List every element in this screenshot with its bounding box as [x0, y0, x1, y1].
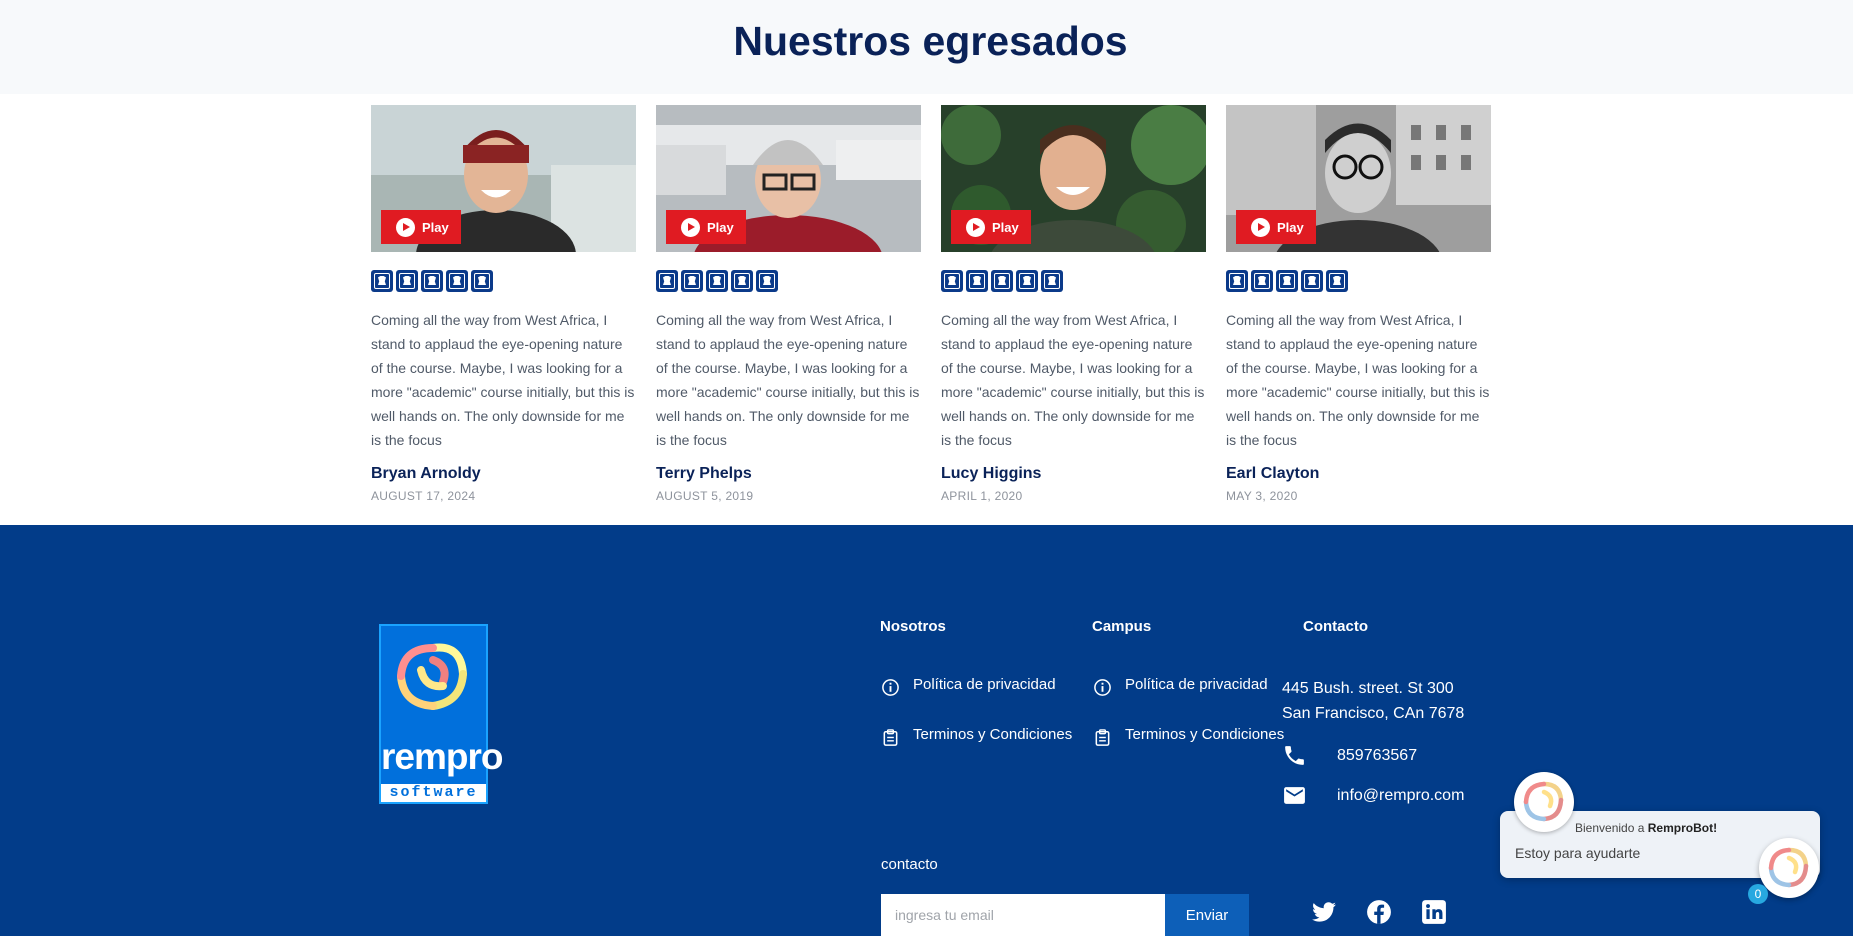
logo-swirl-icon [1523, 781, 1564, 822]
testimonial-date: AUGUST 17, 2024 [371, 489, 476, 503]
linkedin-icon[interactable] [1421, 899, 1447, 925]
star-icon [1016, 270, 1038, 292]
testimonial-author: Earl Clayton [1226, 465, 1320, 482]
page-title: Nuestros egresados [733, 18, 1128, 64]
mail-icon [1284, 787, 1305, 804]
footer-heading-campus: Campus [1092, 618, 1152, 635]
testimonial-author: Lucy Higgins [941, 465, 1042, 482]
chatbot-avatar [1514, 772, 1574, 832]
footer-heading-nosotros: Nosotros [880, 618, 946, 635]
notification-badge: 0 [1748, 884, 1768, 904]
star-icon [1326, 270, 1348, 292]
play-icon [681, 217, 700, 237]
star-icon [421, 270, 443, 292]
star-icon [1041, 270, 1063, 292]
star-icon [446, 270, 468, 292]
newsletter-email-input[interactable] [881, 894, 1165, 936]
clipboard-icon [1095, 729, 1110, 746]
contact-address: 445 Bush. street. St 300 San Francisco, … [1282, 680, 1465, 722]
testimonial-card: Play Coming all the way from West Africa… [1226, 105, 1491, 503]
info-icon [882, 679, 899, 696]
chatbot-message: Estoy para ayudarte [1515, 845, 1641, 861]
star-icon [1301, 270, 1323, 292]
play-icon [396, 217, 415, 237]
star-icon [1251, 270, 1273, 292]
testimonial-author: Bryan Arnoldy [371, 465, 481, 482]
star-icon [1276, 270, 1298, 292]
twitter-icon[interactable] [1311, 899, 1337, 925]
testimonial-video-thumbnail[interactable]: Play [371, 105, 636, 252]
star-icon [731, 270, 753, 292]
star-rating [1226, 270, 1491, 292]
star-rating [941, 270, 1206, 292]
testimonial-quote: Coming all the way from West Africa, I s… [941, 312, 1205, 448]
footer-link-privacy[interactable]: Política de privacidad [1093, 677, 1268, 697]
star-icon [756, 270, 778, 292]
testimonial-card: Play Coming all the way from West Africa… [656, 105, 921, 503]
star-icon [991, 270, 1013, 292]
clipboard-icon [883, 729, 898, 746]
testimonial-date: MAY 3, 2020 [1226, 489, 1298, 503]
star-icon [471, 270, 493, 292]
testimonial-video-thumbnail[interactable]: Play [656, 105, 921, 252]
testimonial-date: AUGUST 5, 2019 [656, 489, 754, 503]
star-icon [681, 270, 703, 292]
footer-link-privacy[interactable]: Política de privacidad [881, 677, 1056, 697]
testimonial-quote: Coming all the way from West Africa, I s… [1226, 312, 1490, 448]
star-icon [966, 270, 988, 292]
testimonial-card: Play Coming all the way from West Africa… [941, 105, 1206, 503]
testimonial-quote: Coming all the way from West Africa, I s… [371, 312, 635, 448]
logo-swirl-icon [397, 643, 467, 710]
play-button[interactable]: Play [951, 210, 1031, 244]
star-icon [396, 270, 418, 292]
chatbot-launcher-button[interactable] [1759, 838, 1819, 898]
section-header: Nuestros egresados [0, 0, 1853, 94]
play-icon [1251, 217, 1270, 237]
play-icon [966, 217, 985, 237]
newsletter-label: contacto [881, 856, 938, 873]
play-button[interactable]: Play [1236, 210, 1316, 244]
star-rating [656, 270, 921, 292]
star-icon [656, 270, 678, 292]
testimonial-card: Play Coming all the way from West Africa… [371, 105, 636, 503]
info-icon [1094, 679, 1111, 696]
phone-icon [1285, 746, 1304, 765]
chatbot-welcome: Bienvenido a RemproBot! [1575, 821, 1718, 835]
star-rating [371, 270, 636, 292]
logo-subtitle: software [381, 784, 486, 802]
play-button[interactable]: Play [381, 210, 461, 244]
facebook-icon[interactable] [1366, 899, 1392, 925]
testimonial-video-thumbnail[interactable]: Play [941, 105, 1206, 252]
logo-swirl-icon [1768, 847, 1809, 888]
newsletter-submit-button[interactable]: Enviar [1165, 894, 1249, 936]
testimonial-author: Terry Phelps [656, 465, 752, 482]
star-icon [371, 270, 393, 292]
contact-phone[interactable]: 859763567 [1282, 743, 1417, 768]
star-icon [1226, 270, 1248, 292]
testimonial-date: APRIL 1, 2020 [941, 489, 1023, 503]
footer-heading-contacto: Contacto [1303, 618, 1368, 635]
footer-link-terms[interactable]: Terminos y Condiciones [881, 727, 1072, 747]
star-icon [706, 270, 728, 292]
testimonial-quote: Coming all the way from West Africa, I s… [656, 312, 920, 448]
rempro-logo[interactable]: rempro software [379, 624, 503, 804]
star-icon [941, 270, 963, 292]
testimonial-video-thumbnail[interactable]: Play [1226, 105, 1491, 252]
footer-link-terms[interactable]: Terminos y Condiciones [1093, 727, 1284, 747]
contact-email[interactable]: info@rempro.com [1282, 783, 1464, 808]
play-button[interactable]: Play [666, 210, 746, 244]
logo-wordmark: rempro [381, 736, 503, 777]
